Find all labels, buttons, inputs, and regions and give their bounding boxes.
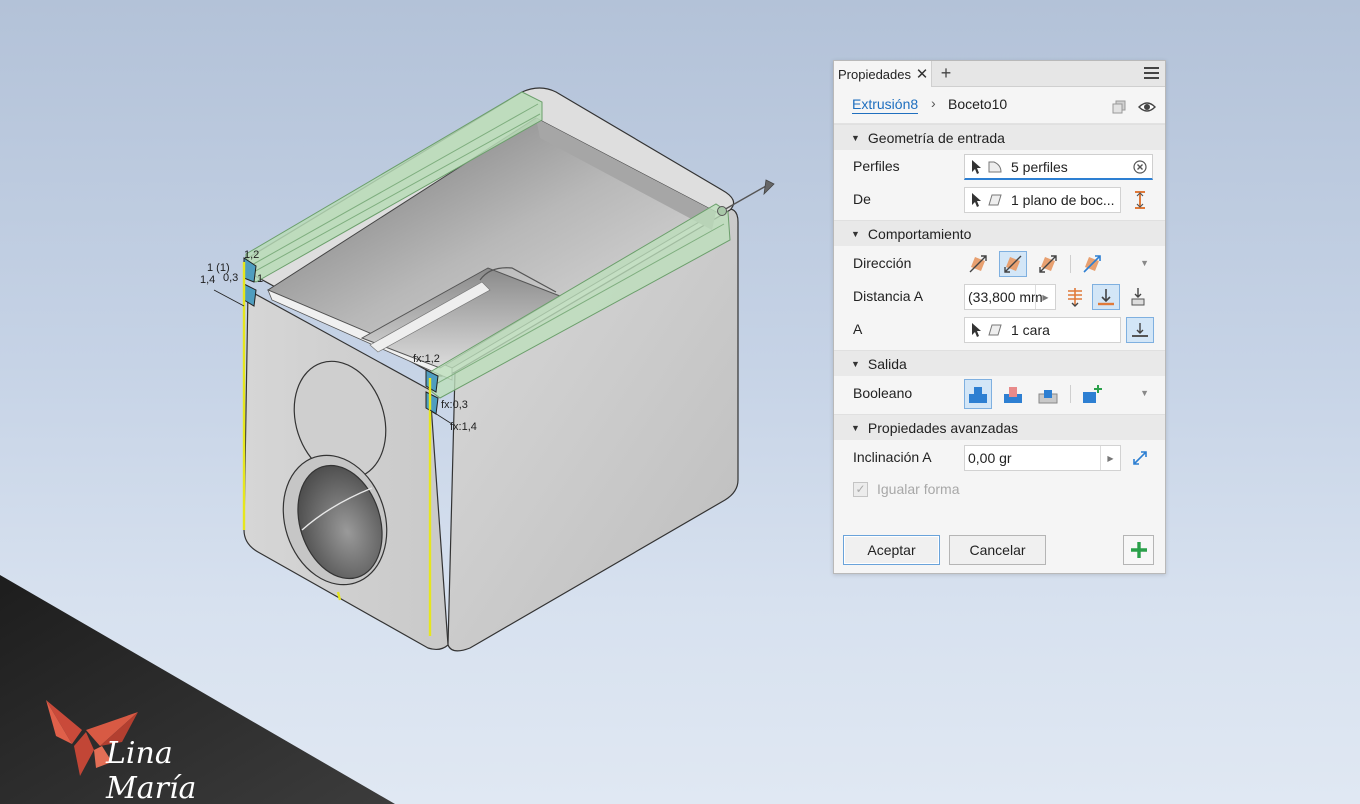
close-icon[interactable]: ✕ (914, 65, 930, 83)
to-selector[interactable]: 1 cara (964, 317, 1121, 343)
properties-panel: Propiedades ✕ + Extrusión8 › Boceto10 ▼ … (833, 60, 1166, 574)
from-value: 1 plano de boc... (1011, 192, 1115, 208)
panel-tab-bar: Propiedades ✕ + (834, 61, 1165, 87)
to-face-icon[interactable] (1092, 284, 1120, 310)
taper-row: Inclinación A 0,00 gr ▶ (834, 441, 1165, 474)
profiles-selector[interactable]: 5 perfiles (964, 154, 1153, 180)
tab-properties[interactable]: Propiedades ✕ (834, 61, 932, 87)
eye-icon[interactable] (1138, 100, 1156, 114)
direction-asymmetric-icon[interactable] (1078, 251, 1106, 277)
direction-default-icon[interactable] (964, 251, 992, 277)
extend-face-icon[interactable] (1126, 317, 1154, 343)
plane-icon (988, 324, 1002, 336)
apply-add-icon[interactable] (1123, 535, 1154, 565)
match-shape-checkbox[interactable]: ✓ (853, 482, 868, 497)
distance-row: Distancia A (33,800 mm ▶ (834, 280, 1165, 313)
collapse-triangle-icon: ▼ (851, 228, 860, 239)
join-icon[interactable] (964, 379, 992, 409)
profiles-label: Perfiles (853, 158, 900, 174)
direction-symmetric-icon[interactable] (1034, 251, 1062, 277)
value-menu-arrow-icon[interactable]: ▶ (1035, 285, 1055, 309)
direction-label: Dirección (853, 255, 912, 271)
ok-button[interactable]: Aceptar (843, 535, 940, 565)
profiles-value: 5 perfiles (1011, 158, 1068, 175)
watermark-text: Lina María (106, 736, 197, 804)
dim-label: 0,3 (223, 272, 238, 284)
value-menu-arrow-icon[interactable]: ▶ (1100, 446, 1120, 470)
distance-value: (33,800 mm (968, 289, 1043, 305)
collapse-triangle-icon: ▼ (851, 358, 860, 369)
to-next-icon[interactable] (1124, 284, 1152, 310)
from-selector[interactable]: 1 plano de boc... (964, 187, 1121, 213)
dim-label: 1,4 (200, 274, 215, 286)
breadcrumb-link-feature[interactable]: Extrusión8 (852, 96, 919, 114)
breadcrumb-separator: › (931, 95, 936, 111)
to-value: 1 cara (1011, 322, 1050, 338)
chevron-down-icon[interactable]: ▼ (1140, 388, 1149, 398)
through-all-icon[interactable] (1061, 284, 1089, 310)
tab-label: Propiedades (838, 66, 911, 82)
hamburger-menu-icon[interactable] (1144, 67, 1159, 79)
breadcrumb: Extrusión8 › Boceto10 (834, 87, 1165, 124)
select-cursor-icon (972, 323, 981, 337)
taper-label: Inclinación A (853, 449, 932, 465)
taper-value: 0,00 gr (968, 450, 1012, 466)
section-title: Geometría de entrada (867, 129, 1005, 146)
profiles-row: Perfiles 5 perfiles (834, 150, 1165, 183)
direction-row: Dirección ▼ (834, 247, 1165, 280)
chevron-down-icon[interactable]: ▼ (1140, 258, 1149, 268)
distance-input[interactable]: (33,800 mm ▶ (964, 284, 1056, 310)
copy-icon[interactable] (1112, 100, 1126, 114)
section-title: Propiedades avanzadas (867, 419, 1019, 436)
dim-label: fx:0,3 (441, 399, 468, 411)
match-shape-row: ✓ Igualar forma (834, 474, 1165, 504)
dim-label: fx:1,2 (413, 353, 440, 365)
profile-marker (243, 283, 257, 307)
from-row: De 1 plano de boc... (834, 183, 1165, 216)
from-label: De (853, 191, 871, 207)
dim-label: 1 (257, 273, 263, 285)
add-tab-icon[interactable]: + (938, 63, 954, 84)
section-output[interactable]: ▼ Salida (834, 350, 1165, 376)
profile-shape-icon (988, 161, 1002, 172)
section-title: Salida (867, 355, 907, 372)
match-shape-label: Igualar forma (877, 481, 960, 497)
clear-selection-icon[interactable] (1133, 160, 1147, 174)
direction-flipped-icon[interactable] (999, 251, 1027, 277)
select-cursor-icon (972, 159, 981, 174)
collapse-triangle-icon: ▼ (851, 132, 860, 143)
dim-label: fx:1,4 (450, 421, 477, 433)
breadcrumb-current: Boceto10 (948, 96, 1008, 112)
boolean-label: Booleano (853, 385, 913, 401)
watermark-logo: Lina María (44, 700, 254, 804)
to-row: A 1 cara (834, 313, 1165, 346)
new-solid-icon[interactable] (1078, 379, 1106, 409)
taper-input[interactable]: 0,00 gr ▶ (964, 445, 1121, 471)
box-model[interactable] (242, 87, 775, 652)
intersect-icon[interactable] (1034, 379, 1062, 409)
flip-taper-icon[interactable] (1126, 445, 1154, 471)
plane-icon (988, 194, 1002, 206)
section-advanced[interactable]: ▼ Propiedades avanzadas (834, 414, 1165, 440)
boolean-row: Booleano ▼ (834, 377, 1165, 410)
dim-label: 1,2 (244, 249, 259, 261)
distance-label: Distancia A (853, 288, 924, 304)
select-cursor-icon (972, 193, 981, 207)
extents-icon[interactable] (1126, 187, 1154, 213)
cancel-button[interactable]: Cancelar (949, 535, 1046, 565)
to-label: A (853, 321, 863, 337)
section-behavior[interactable]: ▼ Comportamiento (834, 220, 1165, 246)
section-title: Comportamiento (867, 225, 972, 242)
collapse-triangle-icon: ▼ (851, 422, 860, 433)
cut-icon[interactable] (999, 379, 1027, 409)
section-input-geometry[interactable]: ▼ Geometría de entrada (834, 124, 1165, 150)
